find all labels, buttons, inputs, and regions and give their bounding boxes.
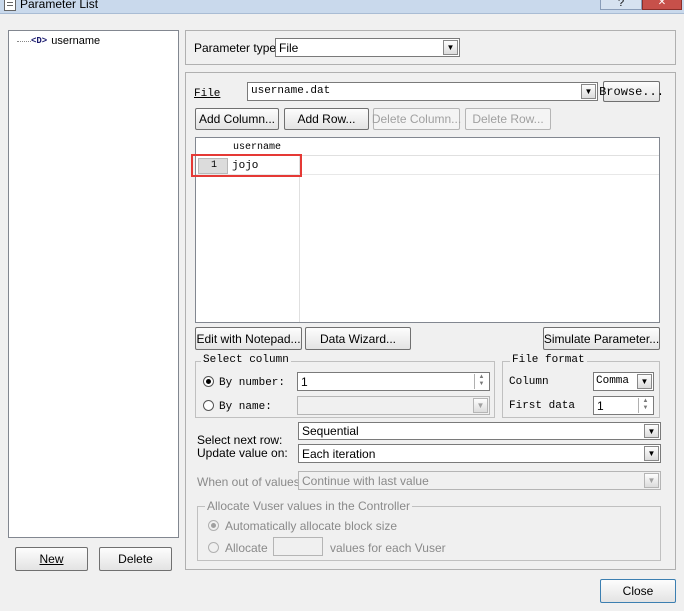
chevron-down-icon[interactable]: ▼	[443, 40, 458, 55]
by-name-radio[interactable]	[203, 400, 214, 411]
close-icon: ✕	[657, 0, 667, 8]
edit-with-notepad-button[interactable]: Edit with Notepad...	[195, 327, 302, 350]
out-of-values-select: Continue with last value ▼	[298, 471, 661, 490]
help-icon: ?	[617, 0, 625, 9]
first-data-input[interactable]: 1 ▲ ▼	[593, 396, 654, 415]
add-column-label: Add Column...	[198, 112, 276, 126]
by-name-label: By name:	[219, 401, 272, 413]
settings-panel: File username.dat ▼ Browse... Add Column…	[185, 72, 676, 570]
select-column-legend: Select column	[201, 354, 291, 366]
column-name-select: ▼	[297, 396, 490, 415]
delete-button-label: Delete	[118, 552, 153, 566]
close-button-label: Close	[622, 584, 654, 598]
chevron-down-icon: ▼	[644, 473, 659, 488]
window-icon	[4, 0, 16, 11]
tree-item-label: username	[51, 35, 101, 47]
highlight-box	[191, 154, 302, 177]
parameter-type-panel: Parameter type: File ▼	[185, 30, 676, 65]
delete-button[interactable]: Delete	[99, 547, 172, 571]
chevron-down-icon[interactable]: ▼	[637, 374, 652, 389]
file-value: username.dat	[251, 85, 331, 97]
column-delimiter-label: Column	[509, 376, 549, 388]
update-value-select[interactable]: Each iteration ▼	[298, 444, 661, 463]
column-number-value: 1	[301, 375, 308, 389]
auto-allocate-radio	[208, 520, 219, 531]
out-of-values-label: When out of values:	[197, 475, 304, 489]
parameter-type-value: File	[279, 41, 299, 55]
update-value-label: Update value on:	[197, 446, 288, 460]
column-number-input[interactable]: 1 ▲ ▼	[297, 372, 490, 391]
out-of-values-value: Continue with last value	[302, 474, 429, 488]
select-column-group: Select column By number: 1 ▲ ▼ By name: ▼	[195, 354, 495, 418]
window-title: Parameter List	[20, 0, 99, 11]
browse-button[interactable]: Browse...	[599, 81, 664, 102]
title-bar: Parameter List ? ✕	[0, 0, 684, 14]
chevron-down-icon[interactable]: ▼	[644, 446, 659, 461]
delete-row-label: Delete Row...	[472, 112, 544, 126]
first-data-value: 1	[597, 399, 604, 413]
update-value-value: Each iteration	[302, 447, 376, 461]
parameter-tree[interactable]: <D> username	[8, 30, 179, 538]
simulate-parameter-button[interactable]: Simulate Parameter...	[543, 327, 660, 350]
column-delimiter-value: Comma	[596, 375, 630, 387]
allocate-radio	[208, 542, 219, 553]
delete-row-button: Delete Row...	[465, 108, 551, 130]
chevron-down-icon[interactable]: ▼	[644, 424, 659, 438]
new-button-label: New	[39, 552, 64, 566]
select-next-row-value: Sequential	[302, 424, 359, 438]
close-button[interactable]: Close	[600, 579, 676, 603]
select-next-row-select[interactable]: Sequential ▼	[298, 422, 661, 440]
delete-column-label: Delete Column...	[371, 112, 462, 126]
chevron-down-icon[interactable]: ▼	[581, 84, 596, 99]
add-row-label: Add Row...	[297, 112, 356, 126]
browse-button-label: Browse...	[599, 84, 664, 99]
column-separator	[299, 156, 300, 322]
add-column-button[interactable]: Add Column...	[195, 108, 279, 130]
allocate-group: Allocate Vuser values in the Controller …	[197, 499, 661, 561]
column-header-username[interactable]: username	[233, 142, 281, 153]
simulate-parameter-label: Simulate Parameter...	[543, 331, 660, 346]
parameter-icon: <D>	[31, 36, 48, 46]
allocate-label: Allocate	[225, 541, 268, 555]
close-window-button[interactable]: ✕	[642, 0, 682, 10]
help-button[interactable]: ?	[600, 0, 642, 10]
parameter-type-label: Parameter type:	[194, 41, 280, 55]
data-wizard-button[interactable]: Data Wizard...	[305, 327, 411, 350]
allocate-suffix: values for each Vuser	[330, 541, 446, 555]
first-data-label: First data	[509, 400, 576, 412]
spin-buttons[interactable]: ▲ ▼	[474, 374, 488, 389]
edit-with-notepad-label: Edit with Notepad...	[196, 331, 301, 346]
file-format-group: File format Column Comma ▼ First data 1 …	[502, 354, 660, 418]
allocate-legend: Allocate Vuser values in the Controller	[205, 499, 412, 513]
tree-item-username[interactable]: <D> username	[31, 34, 100, 48]
new-button[interactable]: New	[15, 547, 88, 571]
data-wizard-label: Data Wizard...	[319, 331, 397, 346]
file-label: File	[194, 88, 221, 100]
by-number-radio[interactable]	[203, 376, 214, 387]
add-row-button[interactable]: Add Row...	[284, 108, 369, 130]
chevron-down-icon: ▼	[473, 398, 488, 413]
by-number-label: By number:	[219, 377, 286, 389]
parameter-type-select[interactable]: File ▼	[275, 38, 460, 57]
file-select[interactable]: username.dat ▼	[247, 82, 598, 101]
spin-buttons[interactable]: ▲ ▼	[638, 398, 652, 413]
file-format-legend: File format	[510, 354, 587, 366]
auto-allocate-label: Automatically allocate block size	[225, 519, 398, 533]
column-delimiter-select[interactable]: Comma ▼	[593, 372, 654, 391]
tree-connector	[17, 41, 31, 42]
delete-column-button: Delete Column...	[371, 108, 462, 130]
select-next-row-label: Select next row:	[197, 433, 283, 447]
allocate-count-input	[273, 537, 323, 556]
